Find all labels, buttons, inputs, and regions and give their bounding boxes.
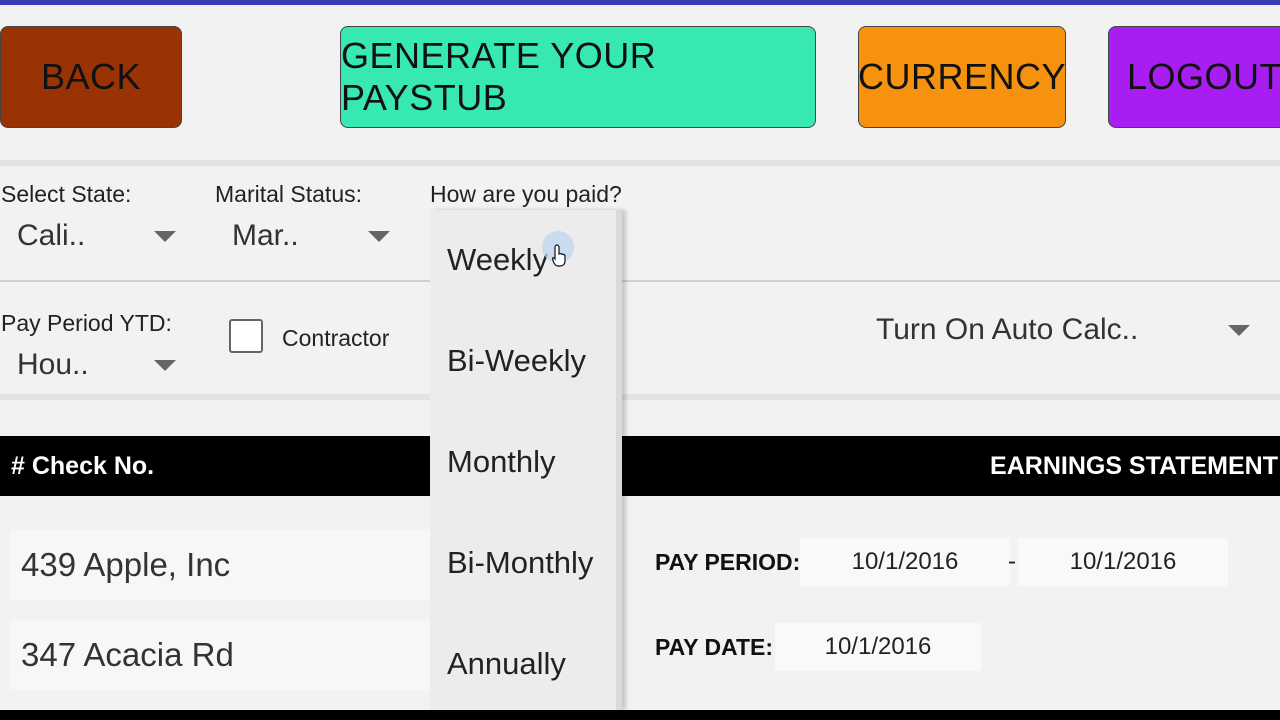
- contractor-label: Contractor: [282, 325, 390, 351]
- chevron-down-icon: [154, 231, 176, 242]
- pay-frequency-dropdown[interactable]: Weekly Bi-Weekly Monthly Bi-Monthly Annu…: [430, 210, 622, 710]
- state-label: Select State:: [1, 181, 132, 207]
- marital-status-label: Marital Status:: [215, 181, 362, 207]
- pay-date-field[interactable]: 10/1/2016: [775, 623, 981, 671]
- pay-option-bimonthly[interactable]: Bi-Monthly: [447, 545, 593, 581]
- pay-period-start-field[interactable]: 10/1/2016: [800, 538, 1010, 586]
- auto-calc-value: Turn On Auto Calc..: [876, 313, 1139, 346]
- pay-option-monthly[interactable]: Monthly: [447, 444, 556, 480]
- company-address-field[interactable]: 347 Acacia Rd: [10, 620, 430, 690]
- chevron-down-icon: [368, 231, 390, 242]
- row-divider: [0, 280, 1280, 282]
- pay-date-label: PAY DATE:: [655, 634, 774, 660]
- pay-frequency-label: How are you paid?: [430, 181, 622, 207]
- currency-button[interactable]: CURRENCY: [858, 26, 1066, 128]
- section-divider: [0, 394, 1280, 400]
- chevron-down-icon: [154, 360, 176, 371]
- pay-period-end-field[interactable]: 10/1/2016: [1018, 538, 1228, 586]
- screen-bottom-edge: [0, 710, 1280, 720]
- generate-paystub-button[interactable]: GENERATE YOUR PAYSTUB: [340, 26, 816, 128]
- top-accent-bar: [0, 0, 1280, 5]
- chevron-down-icon: [1228, 325, 1250, 336]
- contractor-checkbox[interactable]: [229, 319, 263, 353]
- pay-period-label: PAY PERIOD:: [655, 549, 801, 575]
- logout-button[interactable]: LOGOUT: [1108, 26, 1280, 128]
- ytd-select-value: Hou..: [17, 348, 89, 381]
- hand-pointer-icon: [552, 244, 566, 267]
- pay-option-annually[interactable]: Annually: [447, 646, 566, 682]
- check-number-header: # Check No.: [0, 436, 430, 496]
- pay-option-weekly[interactable]: Weekly: [447, 242, 548, 278]
- company-name-field[interactable]: 439 Apple, Inc: [10, 530, 430, 600]
- ytd-label: Pay Period YTD:: [1, 310, 172, 336]
- marital-status-value: Mar..: [232, 219, 299, 252]
- back-button[interactable]: BACK: [0, 26, 182, 128]
- state-select-value: Cali..: [17, 219, 86, 252]
- earnings-statement-header: EARNINGS STATEMENT: [622, 436, 1280, 496]
- section-divider: [0, 160, 1280, 166]
- pay-option-biweekly[interactable]: Bi-Weekly: [447, 343, 586, 379]
- pay-period-separator: -: [1008, 548, 1016, 575]
